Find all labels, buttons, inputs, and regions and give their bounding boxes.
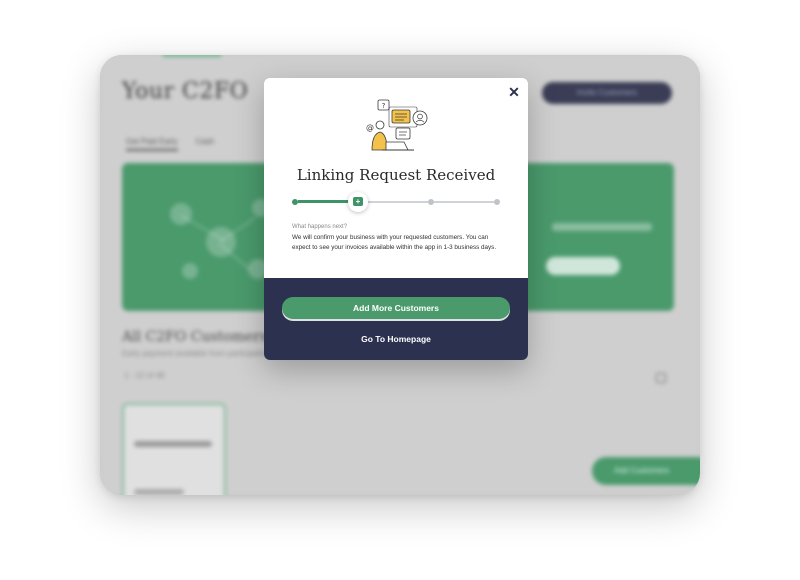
page-title: Your C2FO [122, 79, 249, 104]
subtabs: Get Paid Early Cash [126, 137, 214, 151]
modal-title: Linking Request Received [296, 166, 496, 184]
next-steps-body: We will confirm your business with your … [292, 234, 497, 251]
chat-plus-icon: + [353, 197, 363, 206]
step-4-dot [494, 199, 500, 205]
add-customers-fab[interactable]: Add Customers [592, 457, 700, 485]
customer-card[interactable] [122, 403, 226, 495]
active-nav-indicator [162, 55, 222, 57]
progress-stepper: + [292, 192, 500, 212]
svg-text:?: ? [382, 102, 386, 110]
close-icon[interactable]: ✕ [506, 84, 522, 100]
section-title: All C2FO Customers [122, 329, 268, 345]
current-step: + [348, 192, 368, 212]
step-1-track [298, 200, 350, 203]
step-3-track [434, 201, 494, 203]
tab-cash[interactable]: Cash [196, 137, 215, 151]
tab-get-paid-early[interactable]: Get Paid Early [126, 137, 178, 151]
step-2-track [368, 201, 428, 203]
modal-footer: Add More Customers Go To Homepage [264, 278, 528, 360]
next-steps-label: What happens next? [292, 224, 348, 230]
banner-button[interactable] [546, 257, 620, 275]
go-to-homepage-link[interactable]: Go To Homepage [264, 334, 528, 344]
person-at-laptop-illustration: ? @ [366, 99, 428, 151]
banner-text [552, 223, 652, 231]
add-more-customers-button[interactable]: Add More Customers [282, 297, 510, 319]
filter-icon[interactable] [656, 373, 666, 383]
pagination-label: 1 - 12 of 48 [124, 371, 165, 380]
linking-request-modal: ✕ ? @ Linking Request Received + What ha… [264, 78, 528, 360]
invite-customers-button[interactable]: Invite Customers [542, 82, 672, 104]
svg-text:@: @ [366, 123, 374, 132]
